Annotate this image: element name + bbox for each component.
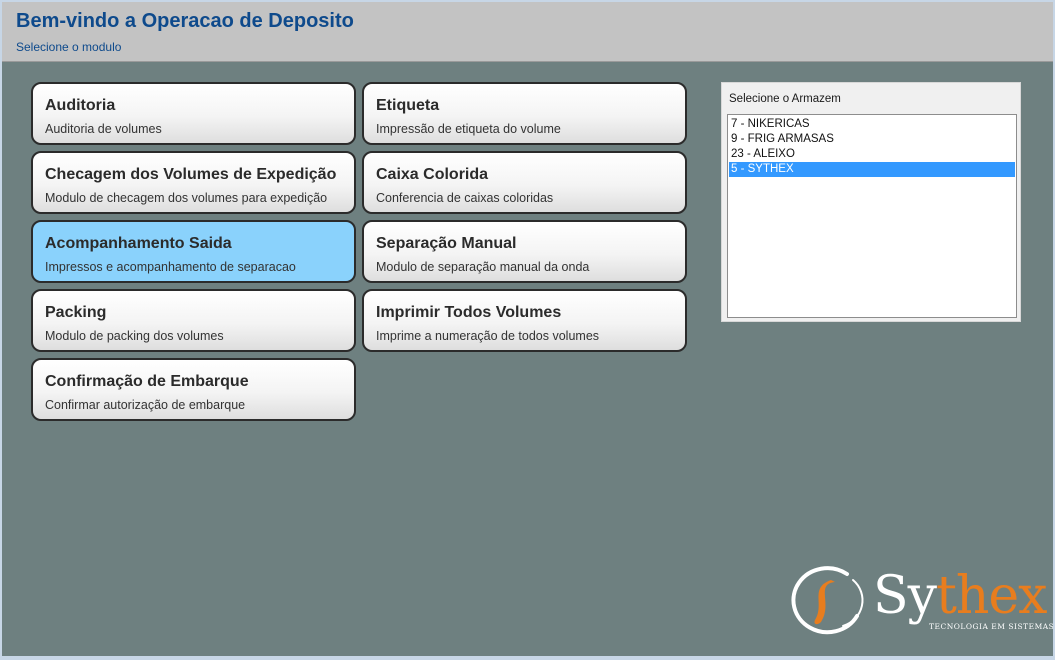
module-description: Auditoria de volumes	[45, 122, 162, 136]
warehouse-option[interactable]: 7 - NIKERICAS	[729, 117, 1015, 132]
module-tile-checagem-volumes[interactable]: Checagem dos Volumes de Expedição Modulo…	[31, 151, 356, 214]
module-description: Confirmar autorização de embarque	[45, 398, 246, 412]
module-title: Acompanhamento Saida	[45, 235, 232, 252]
module-description: Imprime a numeração de todos volumes	[376, 329, 600, 343]
sythex-logo: Sythex TECNOLOGIA EM SISTEMAS	[787, 564, 1053, 640]
module-description: Impressos e acompanhamento de separacao	[45, 260, 296, 274]
module-title: Packing	[45, 304, 107, 321]
module-title: Confirmação de Embarque	[45, 373, 249, 390]
module-tile-acompanhamento-saida[interactable]: Acompanhamento Saida Impressos e acompan…	[31, 220, 356, 283]
header-bar: Bem-vindo a Operacao de Deposito Selecio…	[2, 2, 1053, 62]
module-title: Imprimir Todos Volumes	[376, 304, 562, 321]
module-description: Modulo de checagem dos volumes para expe…	[45, 191, 328, 205]
module-description: Modulo de separação manual da onda	[376, 260, 590, 274]
page-title: Bem-vindo a Operacao de Deposito	[16, 10, 354, 32]
module-tile-separacao-manual[interactable]: Separação Manual Modulo de separação man…	[362, 220, 687, 283]
module-description: Impressão de etiqueta do volume	[376, 122, 561, 136]
logo-text-sy: Sy	[873, 566, 937, 626]
page-subtitle: Selecione o modulo	[16, 40, 122, 54]
module-title: Caixa Colorida	[376, 166, 489, 183]
module-title: Etiqueta	[376, 97, 440, 114]
module-title: Checagem dos Volumes de Expedição	[45, 166, 337, 183]
warehouse-panel: Selecione o Armazem 7 - NIKERICAS 9 - FR…	[721, 82, 1021, 322]
module-title: Separação Manual	[376, 235, 517, 252]
module-tile-imprimir-todos-volumes[interactable]: Imprimir Todos Volumes Imprime a numeraç…	[362, 289, 687, 352]
warehouse-option-selected[interactable]: 5 - SYTHEX	[729, 162, 1015, 177]
module-title: Auditoria	[45, 97, 116, 114]
logo-tagline: TECNOLOGIA EM SISTEMAS	[929, 622, 1053, 631]
module-tile-auditoria[interactable]: Auditoria Auditoria de volumes	[31, 82, 356, 145]
logo-text-thex: thex	[936, 566, 1047, 626]
module-tile-caixa-colorida[interactable]: Caixa Colorida Conferencia de caixas col…	[362, 151, 687, 214]
sythex-swoosh-icon	[791, 566, 864, 635]
app-window: Bem-vindo a Operacao de Deposito Selecio…	[2, 2, 1053, 656]
logo-wordmark: Sythex	[873, 568, 1047, 624]
module-tile-etiqueta[interactable]: Etiqueta Impressão de etiqueta do volume	[362, 82, 687, 145]
module-description: Conferencia de caixas coloridas	[376, 191, 554, 205]
warehouse-listbox[interactable]: 7 - NIKERICAS 9 - FRIG ARMASAS 23 - ALEI…	[727, 114, 1017, 318]
module-description: Modulo de packing dos volumes	[45, 329, 224, 343]
module-tile-packing[interactable]: Packing Modulo de packing dos volumes	[31, 289, 356, 352]
module-tile-confirmacao-embarque[interactable]: Confirmação de Embarque Confirmar autori…	[31, 358, 356, 421]
warehouse-label: Selecione o Armazem	[729, 93, 841, 105]
warehouse-option[interactable]: 9 - FRIG ARMASAS	[729, 132, 1015, 147]
warehouse-option[interactable]: 23 - ALEIXO	[729, 147, 1015, 162]
